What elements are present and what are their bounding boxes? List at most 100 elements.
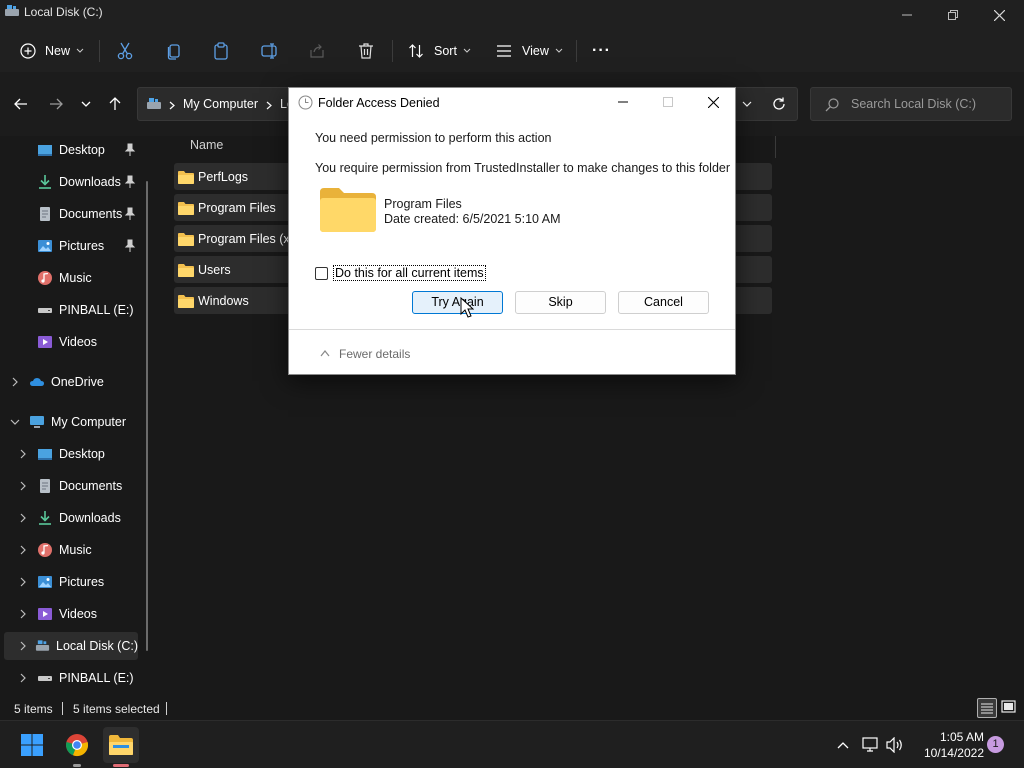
fewer-details-toggle[interactable]: Fewer details	[339, 347, 410, 361]
sidebar-item-pinball-drive[interactable]: PINBALL (E:)	[0, 664, 138, 692]
sidebar-item-label: PINBALL (E:)	[59, 303, 134, 317]
search-icon	[825, 98, 839, 112]
pin-icon[interactable]	[124, 207, 136, 221]
cut-button[interactable]	[117, 38, 133, 64]
details-view-button[interactable]	[977, 698, 997, 718]
chevron-right-icon[interactable]	[10, 377, 20, 387]
clock-date: 10/14/2022	[923, 746, 984, 760]
toolbar-separator	[576, 40, 577, 62]
chevron-right-icon[interactable]	[18, 513, 28, 523]
notification-badge[interactable]: 1	[987, 736, 1004, 753]
recent-locations-button[interactable]	[74, 94, 98, 114]
skip-button[interactable]: Skip	[515, 291, 606, 314]
delete-button[interactable]	[358, 38, 374, 64]
volume-button[interactable]	[885, 735, 905, 755]
minimize-button[interactable]	[884, 0, 930, 30]
drive-icon	[38, 676, 52, 681]
chevron-right-icon[interactable]	[18, 577, 28, 587]
dialog-folder-name: Program Files	[384, 197, 462, 211]
show-hidden-icons-button[interactable]	[833, 735, 853, 755]
sidebar-item-downloads[interactable]: Downloads	[0, 504, 138, 532]
sidebar-item-music[interactable]: Music	[0, 536, 138, 564]
chevron-right-icon[interactable]	[18, 481, 28, 491]
apply-to-all-checkbox[interactable]	[315, 267, 328, 280]
local-disk-icon	[35, 640, 50, 651]
rename-button[interactable]	[261, 38, 279, 64]
sidebar-item-pictures[interactable]: Pictures	[0, 568, 138, 596]
sidebar-item-pinball-drive[interactable]: PINBALL (E:)	[0, 296, 138, 324]
dialog-minimize-button[interactable]	[603, 88, 643, 116]
sidebar-item-pictures[interactable]: Pictures	[0, 232, 138, 260]
forward-button[interactable]	[44, 94, 68, 114]
navigation-pane: Desktop Downloads Documents Pictures Mus…	[0, 136, 150, 696]
file-explorer-taskbar-button[interactable]	[103, 727, 139, 763]
sort-button[interactable]: Sort	[408, 38, 471, 64]
tiles-view-button[interactable]	[1000, 698, 1020, 718]
sidebar-item-label: Downloads	[59, 175, 121, 189]
sidebar-item-local-disk[interactable]: Local Disk (C:)	[4, 632, 138, 660]
sidebar-item-documents[interactable]: Documents	[0, 472, 138, 500]
close-window-button[interactable]	[976, 0, 1022, 30]
copy-button[interactable]	[166, 38, 182, 64]
apply-to-all-label[interactable]: Do this for all current items	[333, 265, 486, 281]
explorer-active-indicator	[113, 764, 129, 767]
cancel-button[interactable]: Cancel	[618, 291, 709, 314]
sidebar-item-music[interactable]: Music	[0, 264, 138, 292]
address-dropdown-icon[interactable]	[742, 101, 752, 107]
chevron-down-icon[interactable]	[10, 417, 20, 427]
sidebar-item-downloads[interactable]: Downloads	[0, 168, 138, 196]
sidebar-item-videos[interactable]: Videos	[0, 600, 138, 628]
dialog-close-button[interactable]	[693, 88, 733, 116]
close-icon	[993, 9, 1005, 21]
dialog-maximize-button[interactable]	[648, 88, 688, 116]
sidebar-item-documents[interactable]: Documents	[0, 200, 138, 228]
view-list-icon	[497, 45, 511, 57]
column-header-name[interactable]: Name	[190, 138, 223, 152]
speaker-icon	[886, 737, 902, 753]
trash-icon	[359, 43, 373, 59]
chevron-right-icon[interactable]	[18, 673, 28, 683]
pin-icon[interactable]	[124, 175, 136, 189]
sidebar-item-my-computer[interactable]: My Computer	[0, 408, 138, 436]
sidebar-scrollbar[interactable]	[146, 181, 148, 651]
sidebar-item-desktop[interactable]: Desktop	[0, 136, 138, 164]
chevron-up-icon[interactable]	[320, 349, 330, 357]
network-status-button[interactable]	[861, 735, 881, 755]
share-button[interactable]	[309, 38, 325, 64]
maximize-button[interactable]	[930, 0, 976, 30]
sidebar-item-label: Music	[59, 543, 92, 557]
column-separator[interactable]	[775, 136, 776, 158]
back-button[interactable]	[9, 94, 33, 114]
paste-button[interactable]	[213, 38, 229, 64]
chevron-right-icon[interactable]	[18, 545, 28, 555]
more-options-button[interactable]: ···	[592, 38, 611, 64]
search-placeholder: Search Local Disk (C:)	[851, 97, 977, 111]
file-name: Users	[198, 262, 231, 277]
clock-time: 1:05 AM	[939, 730, 984, 744]
pin-icon[interactable]	[124, 239, 136, 253]
refresh-icon[interactable]	[772, 97, 786, 111]
start-button[interactable]	[14, 727, 50, 763]
up-button[interactable]	[103, 94, 127, 114]
chevron-right-icon[interactable]	[18, 609, 28, 619]
new-button[interactable]: New	[20, 38, 84, 64]
pin-icon[interactable]	[124, 143, 136, 157]
chevron-right-icon[interactable]	[18, 641, 28, 651]
sidebar-item-desktop[interactable]: Desktop	[0, 440, 138, 468]
try-again-button[interactable]: Try Again	[412, 291, 503, 314]
search-input[interactable]: Search Local Disk (C:)	[810, 87, 1012, 121]
tiles-view-icon	[1001, 700, 1016, 713]
sidebar-item-onedrive[interactable]: OneDrive	[0, 368, 138, 396]
view-label: View	[522, 44, 549, 58]
chevron-right-icon[interactable]	[18, 449, 28, 459]
view-button[interactable]: View	[496, 38, 563, 64]
taskbar-clock[interactable]: 1:05 AM 10/14/2022	[912, 729, 984, 761]
sidebar-item-label: Pictures	[59, 239, 105, 253]
plus-circle-icon	[20, 43, 36, 59]
breadcrumb-my-computer[interactable]: My Computer	[183, 97, 258, 111]
dialog-title: Folder Access Denied	[318, 96, 440, 110]
chrome-taskbar-button[interactable]	[59, 727, 95, 763]
items-count: 5 items	[14, 702, 53, 716]
share-icon	[310, 44, 324, 58]
sidebar-item-videos[interactable]: Videos	[0, 328, 138, 356]
